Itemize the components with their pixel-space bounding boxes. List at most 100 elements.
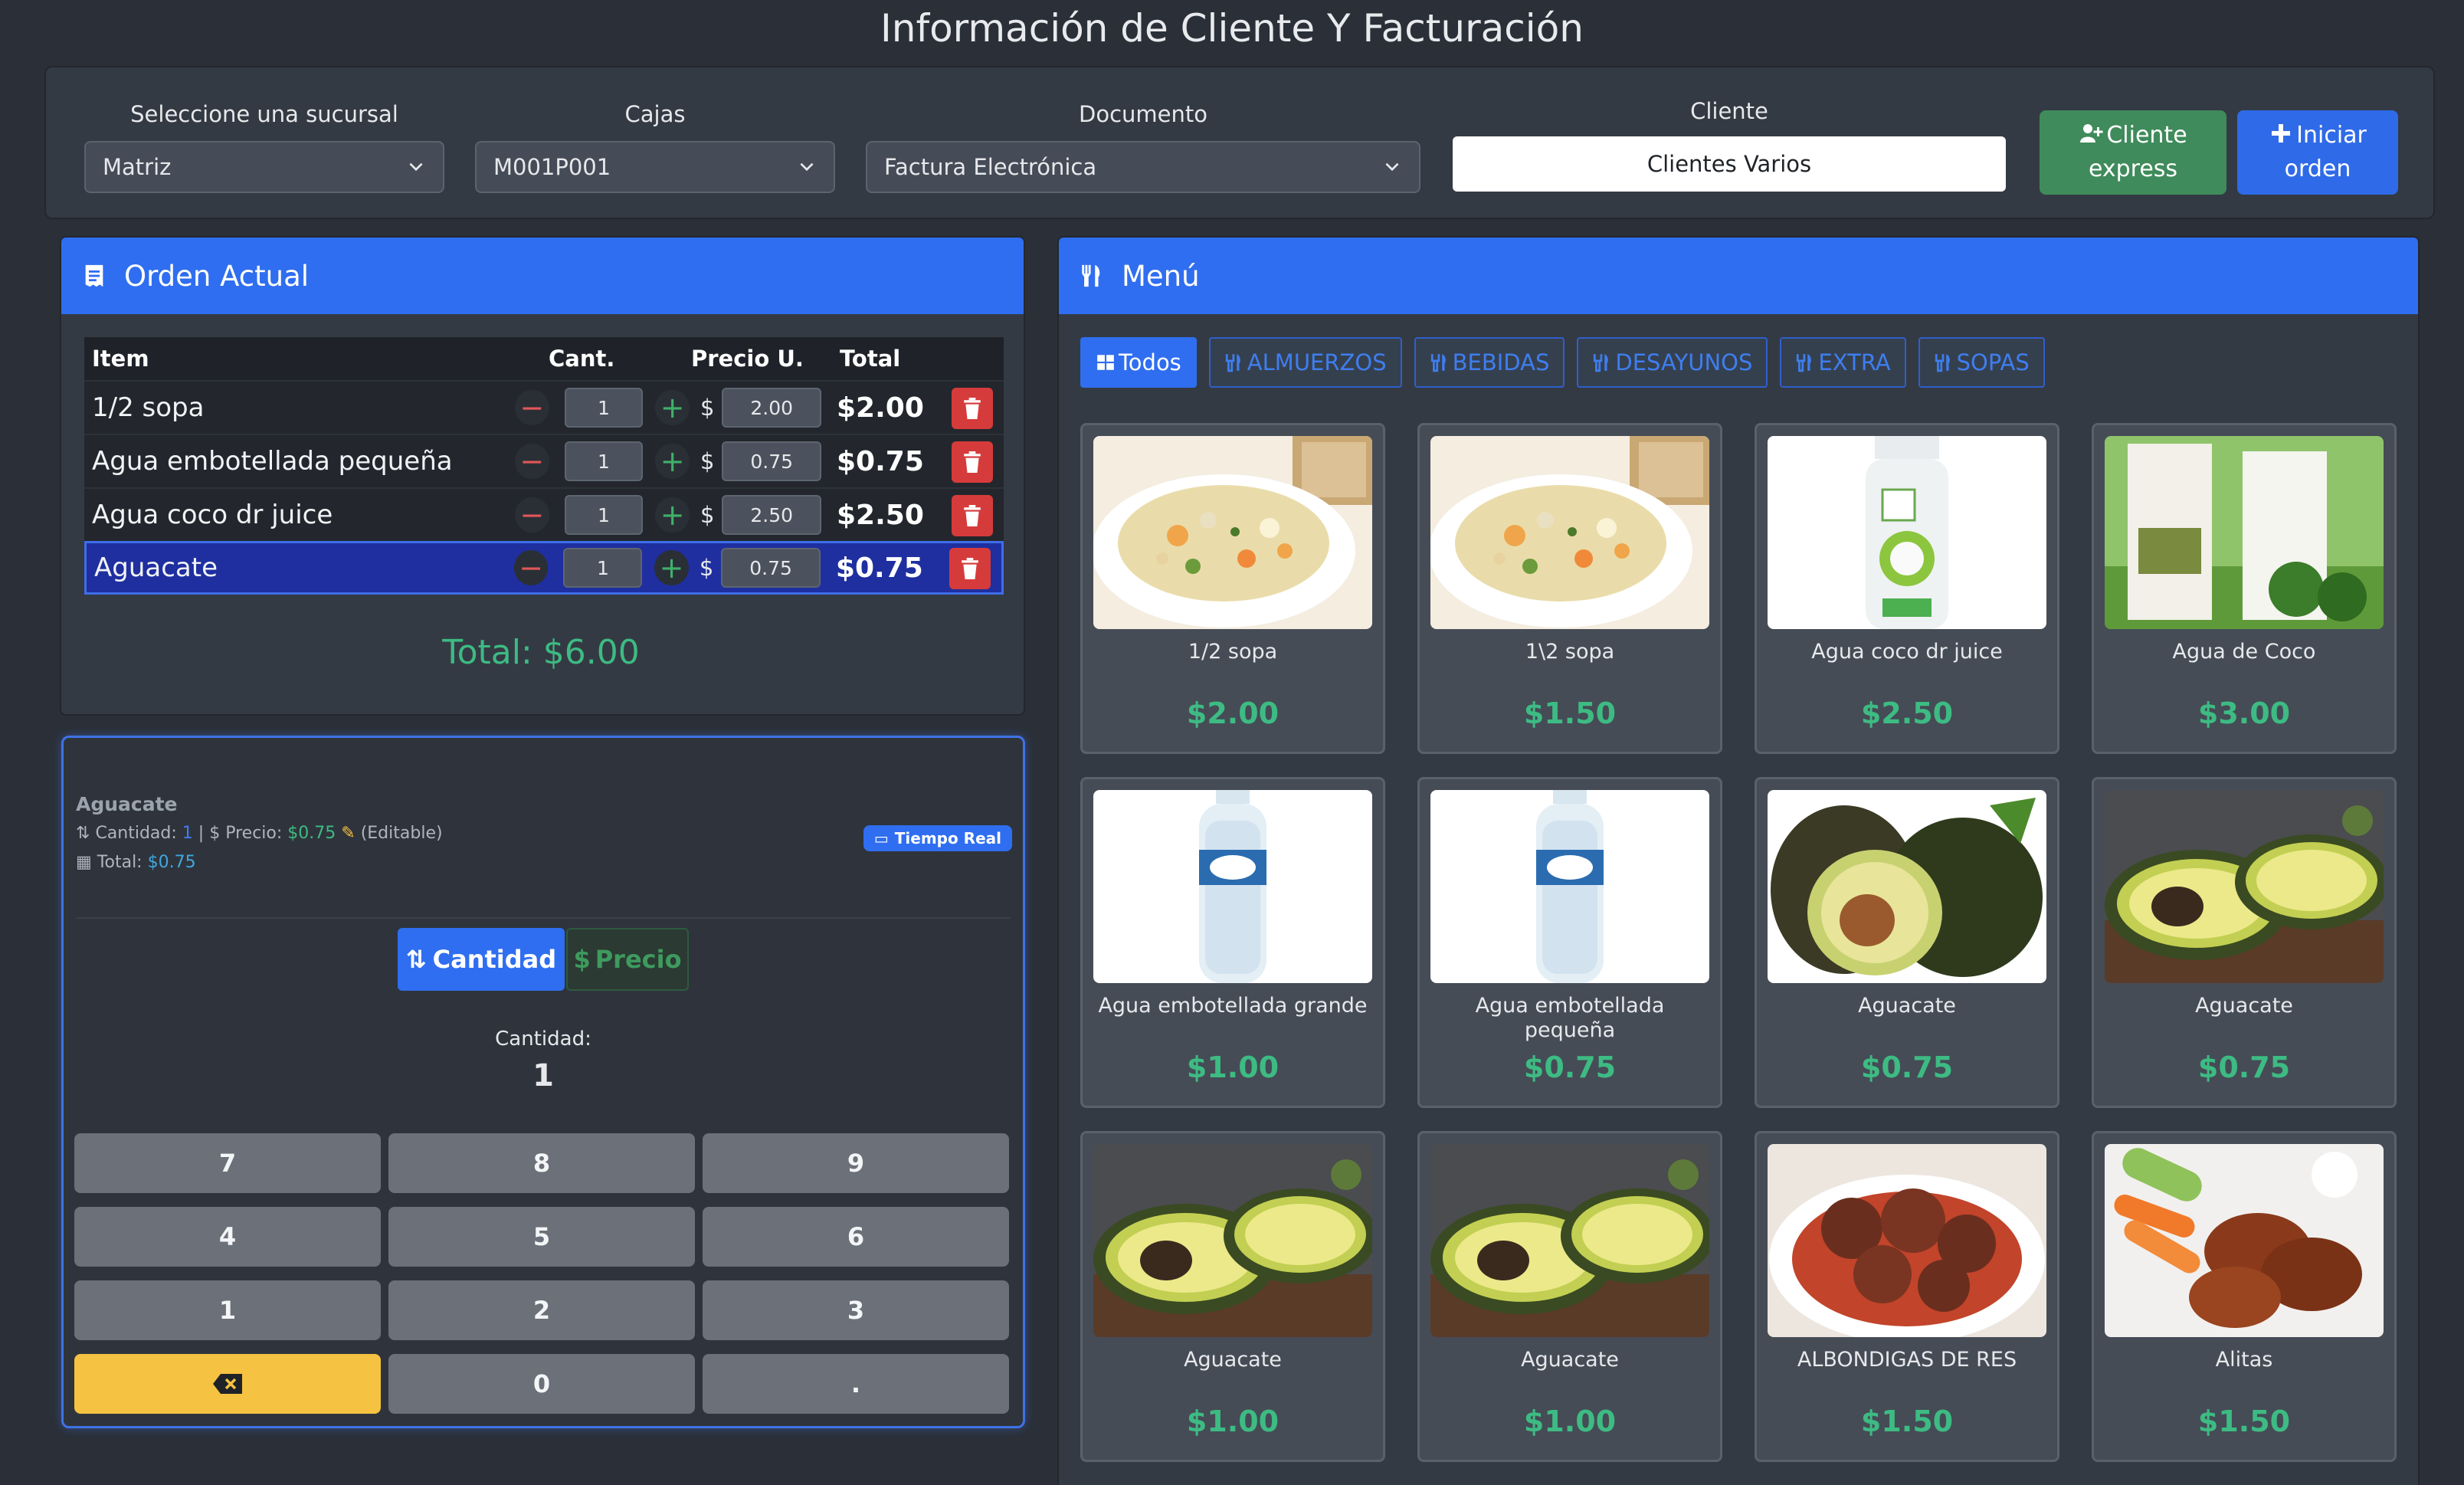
iniciar-orden-button[interactable]: Iniciar orden: [2237, 110, 2398, 195]
cajas-value: M001P001: [493, 154, 611, 180]
product-card[interactable]: Aguacate $0.75: [1755, 777, 2059, 1108]
tab-almuerzos[interactable]: ALMUERZOS: [1208, 337, 1402, 388]
product-name: Aguacate: [1521, 1348, 1619, 1372]
row-item-name: Aguacate: [94, 552, 218, 583]
tab-todos[interactable]: Todos: [1080, 337, 1197, 388]
product-price: $1.50: [1860, 1405, 1954, 1438]
tab-sopas[interactable]: SOPAS: [1918, 337, 2045, 388]
table-row[interactable]: Agua coco dr juice −1 + $2.50 $2.50: [84, 487, 1004, 541]
iniciar-line2: orden: [2284, 156, 2351, 182]
tab-bebidas[interactable]: BEBIDAS: [1414, 337, 1565, 388]
product-card[interactable]: Aguacate $1.00: [1080, 1131, 1385, 1462]
product-card[interactable]: Agua coco dr juice $2.50: [1755, 423, 2059, 754]
qty-input[interactable]: 1: [564, 495, 644, 535]
sucursal-select[interactable]: Matriz: [84, 141, 444, 193]
menu-header: Menú: [1059, 238, 2418, 314]
trash-icon[interactable]: [952, 388, 993, 429]
cantidad-meta-value: 1: [182, 824, 193, 843]
qty-input[interactable]: 1: [564, 441, 644, 481]
tab-label: BEBIDAS: [1452, 349, 1550, 375]
trash-icon[interactable]: [952, 441, 993, 483]
cliente-express-line1: Cliente: [2106, 122, 2187, 149]
avocado-image: [1768, 790, 2046, 983]
row-item-name: Agua embotellada pequeña: [92, 446, 453, 477]
product-card[interactable]: Aguacate $1.00: [1417, 1131, 1722, 1462]
table-row[interactable]: 1/2 sopa −1 + $2.00 $2.00: [84, 380, 1004, 434]
key-4[interactable]: 4: [74, 1207, 381, 1267]
minus-icon[interactable]: −: [515, 444, 549, 479]
user-plus-icon: [2080, 124, 2103, 143]
order-table-header: Item Cant. Precio U. Total: [84, 337, 1004, 380]
key-5[interactable]: 5: [388, 1207, 695, 1267]
current-order-header: Orden Actual: [61, 238, 1024, 314]
cliente-express-button[interactable]: Cliente express: [2040, 110, 2226, 195]
price-input[interactable]: 2.00: [722, 388, 821, 428]
product-card[interactable]: Agua embotellada grande $1.00: [1080, 777, 1385, 1108]
product-card[interactable]: ALBONDIGAS DE RES $1.50: [1755, 1131, 2059, 1462]
product-card[interactable]: Aguacate $0.75: [2092, 777, 2397, 1108]
product-price: $0.75: [2197, 1051, 2291, 1084]
utensils-icon: [1430, 354, 1446, 372]
utensils-icon: [1935, 354, 1950, 372]
key-0[interactable]: 0: [388, 1354, 695, 1414]
cajas-select[interactable]: M001P001: [475, 141, 835, 193]
key-6[interactable]: 6: [703, 1207, 1009, 1267]
keypad-display-label: Cantidad:: [495, 1028, 591, 1051]
tab-desayunos[interactable]: DESAYUNOS: [1577, 337, 1768, 388]
key-9[interactable]: 9: [703, 1133, 1009, 1193]
mode-cantidad-button[interactable]: ⇅ Cantidad: [398, 928, 565, 991]
cliente-express-line2: express: [2088, 156, 2178, 182]
minus-icon[interactable]: −: [515, 497, 549, 533]
row-total: $2.50: [837, 499, 924, 531]
backspace-button[interactable]: [74, 1354, 381, 1414]
cantidad-meta-label: Cantidad:: [95, 824, 177, 843]
product-card[interactable]: Agua de Coco $3.00: [2092, 423, 2397, 754]
header-cant: Cant.: [549, 346, 615, 372]
avocado-board-image: [1093, 1144, 1372, 1337]
table-row[interactable]: Agua embotellada pequeña −1 + $0.75 $0.75: [84, 434, 1004, 487]
tab-extra[interactable]: EXTRA: [1780, 337, 1906, 388]
documento-value: Factura Electrónica: [884, 154, 1097, 180]
product-price: $1.50: [1523, 697, 1617, 730]
trash-icon[interactable]: [949, 548, 991, 589]
price-input[interactable]: 0.75: [722, 441, 821, 481]
key-8[interactable]: 8: [388, 1133, 695, 1193]
sucursal-field: Seleccione una sucursal Matriz: [84, 101, 444, 193]
qty-input[interactable]: 1: [563, 548, 643, 588]
plus-icon[interactable]: +: [655, 497, 690, 533]
documento-select[interactable]: Factura Electrónica: [866, 141, 1420, 193]
product-price: $0.75: [1860, 1051, 1954, 1084]
price-input[interactable]: 0.75: [721, 548, 821, 588]
product-card[interactable]: 1/2 sopa $2.00: [1080, 423, 1385, 754]
product-card[interactable]: 1\2 sopa $1.50: [1417, 423, 1722, 754]
currency-symbol: $: [700, 502, 715, 528]
iniciar-line1: Iniciar: [2296, 122, 2367, 149]
row-item-name: 1/2 sopa: [92, 392, 205, 423]
trash-icon[interactable]: [952, 495, 993, 536]
row-item-name: Agua coco dr juice: [92, 500, 333, 530]
cliente-input[interactable]: Clientes Varios: [1453, 136, 2006, 192]
minus-icon[interactable]: −: [515, 390, 549, 425]
qty-input[interactable]: 1: [564, 388, 644, 428]
realtime-badge-label: Tiempo Real: [894, 829, 1001, 847]
product-card[interactable]: Agua embotellada pequeña $0.75: [1417, 777, 1722, 1108]
table-row-selected[interactable]: Aguacate −1 + $0.75 $0.75: [84, 541, 1004, 595]
key-1[interactable]: 1: [74, 1280, 381, 1340]
plus-icon[interactable]: +: [654, 550, 689, 585]
mode-precio-label: Precio: [595, 945, 682, 974]
grid-icon: [1097, 355, 1114, 370]
plus-icon[interactable]: +: [655, 390, 690, 425]
price-input[interactable]: 2.50: [722, 495, 821, 535]
key-2[interactable]: 2: [388, 1280, 695, 1340]
product-card[interactable]: Alitas $1.50: [2092, 1131, 2397, 1462]
key-7[interactable]: 7: [74, 1133, 381, 1193]
current-order-title: Orden Actual: [124, 259, 310, 293]
order-grand-total: Total: $6.00: [442, 633, 640, 672]
key-decimal[interactable]: .: [703, 1354, 1009, 1414]
key-3[interactable]: 3: [703, 1280, 1009, 1340]
plus-icon[interactable]: +: [655, 444, 690, 479]
coconut-carton-image: [2105, 436, 2384, 629]
total-meta-value: $0.75: [147, 853, 196, 872]
mode-precio-button[interactable]: $ Precio: [566, 928, 689, 991]
minus-icon[interactable]: −: [513, 550, 549, 585]
